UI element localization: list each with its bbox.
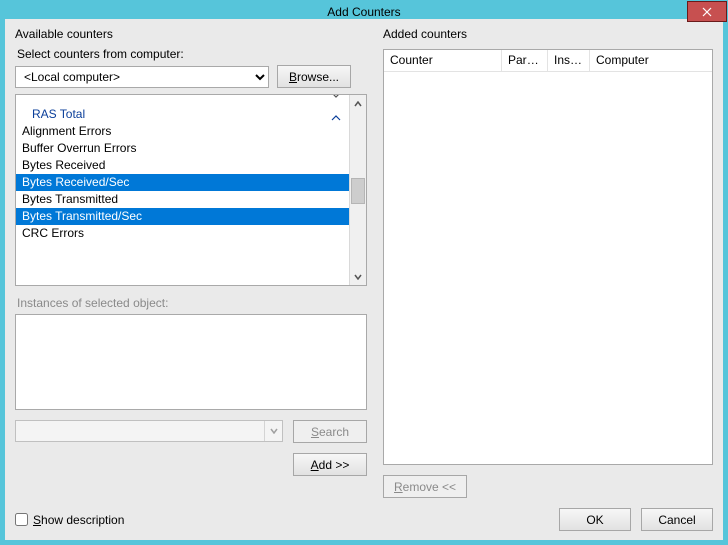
counter-item[interactable]: CRC Errors (16, 225, 349, 242)
counter-item[interactable]: Bytes Transmitted (16, 191, 349, 208)
category-ras-total[interactable]: RAS Total (16, 105, 349, 123)
show-description-input[interactable] (15, 513, 28, 526)
available-counters-group: Available counters Select counters from … (15, 27, 367, 476)
counter-item[interactable]: Alignment Errors (16, 123, 349, 140)
counter-item[interactable]: Bytes Received (16, 157, 349, 174)
close-icon (702, 7, 712, 17)
added-counters-table[interactable]: Counter Parent Inst... Computer (383, 49, 713, 465)
scroll-thumb[interactable] (351, 178, 365, 204)
counter-item-selected[interactable]: Bytes Transmitted/Sec (16, 208, 349, 225)
available-counters-legend: Available counters (15, 27, 113, 41)
column-computer[interactable]: Computer (590, 50, 712, 71)
remove-button[interactable]: Remove << (383, 475, 467, 498)
counter-item-selected[interactable]: Bytes Received/Sec (16, 174, 349, 191)
column-counter[interactable]: Counter (384, 50, 502, 71)
cancel-button[interactable]: Cancel (641, 508, 713, 531)
close-button[interactable] (687, 1, 727, 22)
instance-filter-combo[interactable] (15, 420, 283, 442)
computer-select[interactable]: <Local computer> (15, 66, 269, 88)
chevron-down-icon (331, 95, 341, 99)
counter-list[interactable]: RAS Port RAS Total Alignment Errors Buff… (16, 95, 349, 285)
counter-item[interactable]: Buffer Overrun Errors (16, 140, 349, 157)
ok-button[interactable]: OK (559, 508, 631, 531)
select-counters-label: Select counters from computer: (17, 47, 367, 61)
scroll-down-button[interactable] (350, 268, 366, 285)
titlebar: Add Counters (5, 5, 723, 19)
window: Add Counters Available counters Select c… (0, 0, 728, 545)
column-instance[interactable]: Inst... (548, 50, 590, 71)
added-counters-legend: Added counters (383, 27, 467, 41)
search-button[interactable]: Search (293, 420, 367, 443)
scrollbar[interactable] (349, 95, 366, 285)
window-title: Add Counters (5, 5, 723, 19)
client-area: Available counters Select counters from … (5, 19, 723, 541)
instances-listbox[interactable] (15, 314, 367, 410)
instances-label: Instances of selected object: (17, 296, 367, 310)
add-button[interactable]: Add >> (293, 453, 367, 476)
counter-tree: RAS Port RAS Total Alignment Errors Buff… (15, 94, 367, 286)
browse-button[interactable]: Browse... (277, 65, 351, 88)
show-description-checkbox[interactable]: Show description (15, 513, 124, 527)
added-counters-group: Added counters Counter Parent Inst... Co… (383, 27, 713, 498)
scroll-track[interactable] (350, 112, 366, 268)
column-parent[interactable]: Parent (502, 50, 548, 71)
chevron-down-icon (264, 421, 282, 441)
category-ras-port[interactable]: RAS Port (16, 95, 349, 105)
scroll-up-button[interactable] (350, 95, 366, 112)
added-counters-header: Counter Parent Inst... Computer (384, 50, 712, 72)
